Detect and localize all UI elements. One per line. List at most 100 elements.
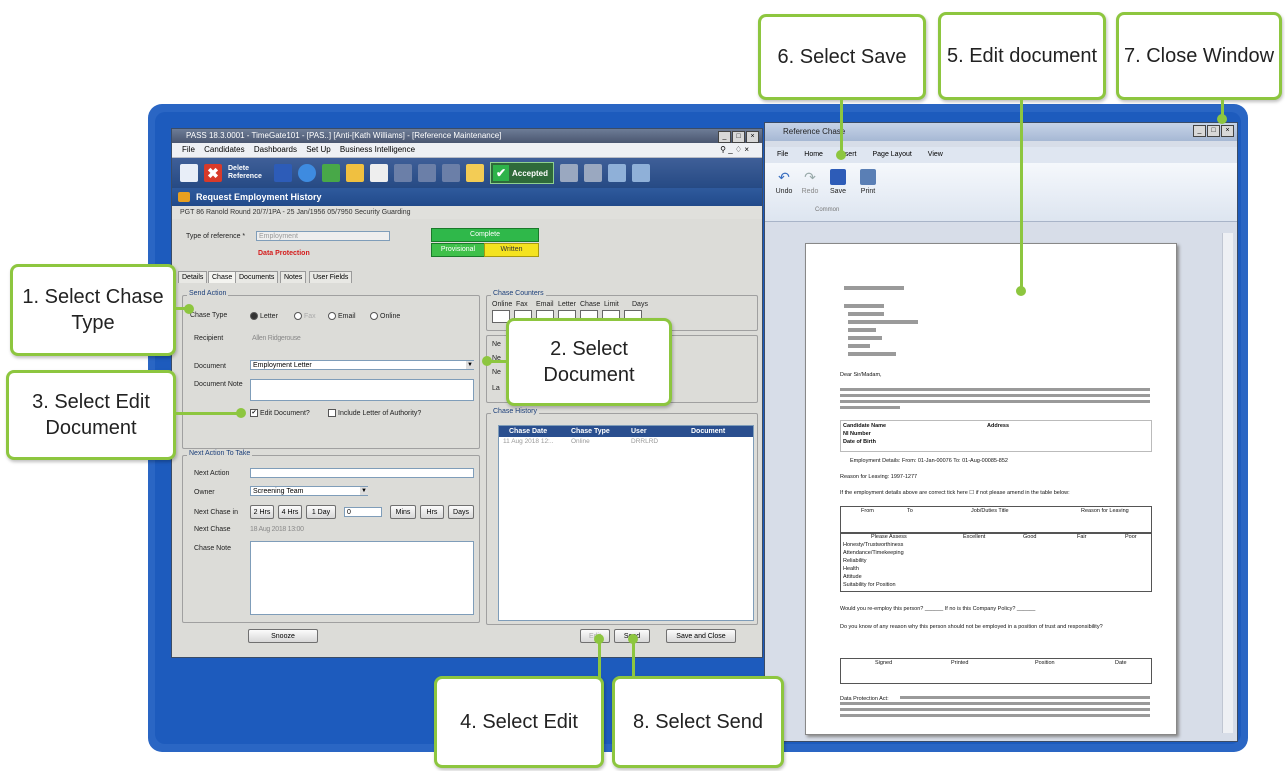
tab-home[interactable]: Home bbox=[804, 147, 823, 163]
maximize-button[interactable]: □ bbox=[1207, 125, 1220, 137]
reference-maintenance-window: PASS 18.3.0001 - TimeGate101 - [PAS..] [… bbox=[171, 128, 763, 658]
chase-note-input[interactable] bbox=[250, 541, 474, 615]
tab-view[interactable]: View bbox=[928, 147, 943, 163]
menu-business-intelligence[interactable]: Business Intelligence bbox=[340, 145, 415, 154]
new-doc-icon[interactable] bbox=[180, 164, 198, 182]
tab-notes[interactable]: Notes bbox=[280, 271, 307, 283]
include-letter-checkbox[interactable]: Include Letter of Authority? bbox=[328, 409, 421, 417]
counter-days-label: Days bbox=[632, 301, 648, 308]
type-of-reference-select[interactable]: Employment bbox=[256, 231, 390, 241]
next-action-title: Next Action To Take bbox=[187, 450, 253, 457]
document-page[interactable]: Dear Sir/Madam, Candidate Name NI Number… bbox=[805, 243, 1177, 735]
arrow-left-icon[interactable] bbox=[394, 164, 412, 182]
checkmark-icon: ✔ bbox=[250, 409, 258, 417]
owner-chevron-icon[interactable]: ▼ bbox=[360, 487, 368, 495]
save-and-close-button[interactable]: Save and Close bbox=[666, 629, 736, 643]
menu-candidates[interactable]: Candidates bbox=[204, 145, 244, 154]
minimize-button[interactable]: _ bbox=[718, 131, 731, 143]
minimize-button[interactable]: _ bbox=[1193, 125, 1206, 137]
delete-reference-button[interactable]: Delete Reference bbox=[228, 165, 268, 181]
1-day-button[interactable]: 1 Day bbox=[306, 505, 336, 519]
table-row[interactable]: 11 Aug 2018 12:.. Online DRRLRD bbox=[499, 437, 753, 447]
magnifier-icon[interactable] bbox=[608, 164, 627, 182]
radio-online[interactable]: Online bbox=[370, 312, 400, 320]
connector-dot bbox=[184, 304, 194, 314]
emp-from-header: From bbox=[861, 508, 874, 514]
doc-paragraph-blur bbox=[840, 708, 1150, 711]
delete-icon[interactable]: ✖ bbox=[204, 164, 222, 182]
approve-icon[interactable] bbox=[560, 164, 579, 182]
complete-status[interactable]: Complete bbox=[431, 228, 539, 242]
counter-chase-label: Chase bbox=[580, 301, 601, 308]
search-icon[interactable]: ⚲ _ ♢ × bbox=[720, 143, 749, 157]
arrow-right-icon[interactable] bbox=[442, 164, 460, 182]
tab-user-fields[interactable]: User Fields bbox=[309, 271, 353, 283]
next-action-label: Next Action bbox=[194, 470, 230, 477]
close-button[interactable]: × bbox=[746, 131, 759, 143]
radio-fax[interactable]: Fax bbox=[294, 312, 316, 320]
print-button[interactable]: Print bbox=[857, 169, 879, 195]
chevron-down-icon[interactable]: ▼ bbox=[466, 361, 474, 369]
window-title: PASS 18.3.0001 - TimeGate101 - [PAS..] [… bbox=[186, 131, 502, 140]
reject-icon[interactable] bbox=[584, 164, 603, 182]
tab-documents[interactable]: Documents bbox=[235, 271, 279, 283]
arrow-up-icon[interactable] bbox=[418, 164, 436, 182]
menu-bar: File Candidates Dashboards Set Up Busine… bbox=[172, 143, 762, 158]
chat-icon[interactable] bbox=[632, 164, 651, 182]
radio-email[interactable]: Email bbox=[328, 312, 356, 320]
connector-line bbox=[632, 640, 635, 678]
hrs-button[interactable]: Hrs bbox=[420, 505, 444, 519]
lock-icon[interactable] bbox=[322, 164, 340, 182]
connector-dot bbox=[1217, 114, 1227, 124]
tab-details[interactable]: Details bbox=[178, 271, 208, 283]
written-status[interactable]: Written bbox=[484, 243, 539, 257]
col-chase-type[interactable]: Chase Type bbox=[571, 426, 631, 437]
4-hrs-button[interactable]: 4 Hrs bbox=[278, 505, 302, 519]
vertical-scrollbar[interactable] bbox=[1222, 233, 1233, 733]
candidate-table: Candidate Name NI Number Date of Birth A… bbox=[840, 420, 1152, 452]
next-action-input[interactable] bbox=[250, 468, 474, 478]
mins-button[interactable]: Mins bbox=[390, 505, 416, 519]
save-icon[interactable] bbox=[274, 164, 292, 182]
window-title: Reference Chase bbox=[783, 127, 846, 136]
edit-document-checkbox[interactable]: ✔ Edit Document? bbox=[250, 409, 310, 417]
accepted-button[interactable]: ✔ Accepted bbox=[490, 162, 555, 184]
open-folder-icon[interactable] bbox=[466, 164, 484, 182]
maximize-button[interactable]: □ bbox=[732, 131, 745, 143]
owner-select[interactable]: Screening Team bbox=[250, 486, 368, 496]
radio-fax-dot bbox=[294, 312, 302, 320]
undo-button[interactable]: ↶ Undo bbox=[773, 169, 795, 195]
col-user[interactable]: User bbox=[631, 426, 691, 437]
refresh-icon[interactable] bbox=[298, 164, 316, 182]
document-select[interactable]: Employment Letter bbox=[250, 360, 474, 370]
clipboard-icon[interactable] bbox=[370, 164, 388, 182]
radio-letter[interactable]: Letter bbox=[250, 312, 278, 320]
ni-number-header: NI Number bbox=[843, 431, 871, 437]
menu-dashboards[interactable]: Dashboards bbox=[254, 145, 297, 154]
recipient-value: Allen Ridgerouse bbox=[252, 335, 301, 342]
menu-setup[interactable]: Set Up bbox=[306, 145, 330, 154]
close-window-button[interactable]: × bbox=[1221, 125, 1234, 137]
folder-icon[interactable] bbox=[346, 164, 364, 182]
col-document[interactable]: Document bbox=[691, 426, 751, 437]
chase-in-spinner[interactable]: 0 bbox=[344, 507, 382, 517]
document-note-input[interactable] bbox=[250, 379, 474, 401]
days-button[interactable]: Days bbox=[448, 505, 474, 519]
provisional-status[interactable]: Provisional bbox=[431, 243, 485, 257]
tab-chase[interactable]: Chase bbox=[208, 271, 237, 283]
save-button[interactable]: Save bbox=[827, 169, 849, 195]
redo-icon: ↷ bbox=[804, 169, 816, 185]
menu-file[interactable]: File bbox=[182, 145, 195, 154]
2-hrs-button[interactable]: 2 Hrs bbox=[250, 505, 274, 519]
empty-checkbox-icon bbox=[328, 409, 336, 417]
tab-page-layout[interactable]: Page Layout bbox=[872, 147, 911, 163]
doc-address-blur bbox=[848, 352, 896, 356]
counter-limit-label: Limit bbox=[604, 301, 619, 308]
tab-file[interactable]: File bbox=[777, 147, 788, 163]
page-title: Request Employment History bbox=[196, 192, 322, 202]
next-partial-3: Ne bbox=[492, 369, 501, 376]
assess-table: Please Assess Excellent Good Fair Poor H… bbox=[840, 532, 1152, 592]
redo-button[interactable]: ↷ Redo bbox=[799, 169, 821, 195]
col-chase-date[interactable]: Chase Date bbox=[499, 426, 571, 437]
snooze-button[interactable]: Snooze bbox=[248, 629, 318, 643]
